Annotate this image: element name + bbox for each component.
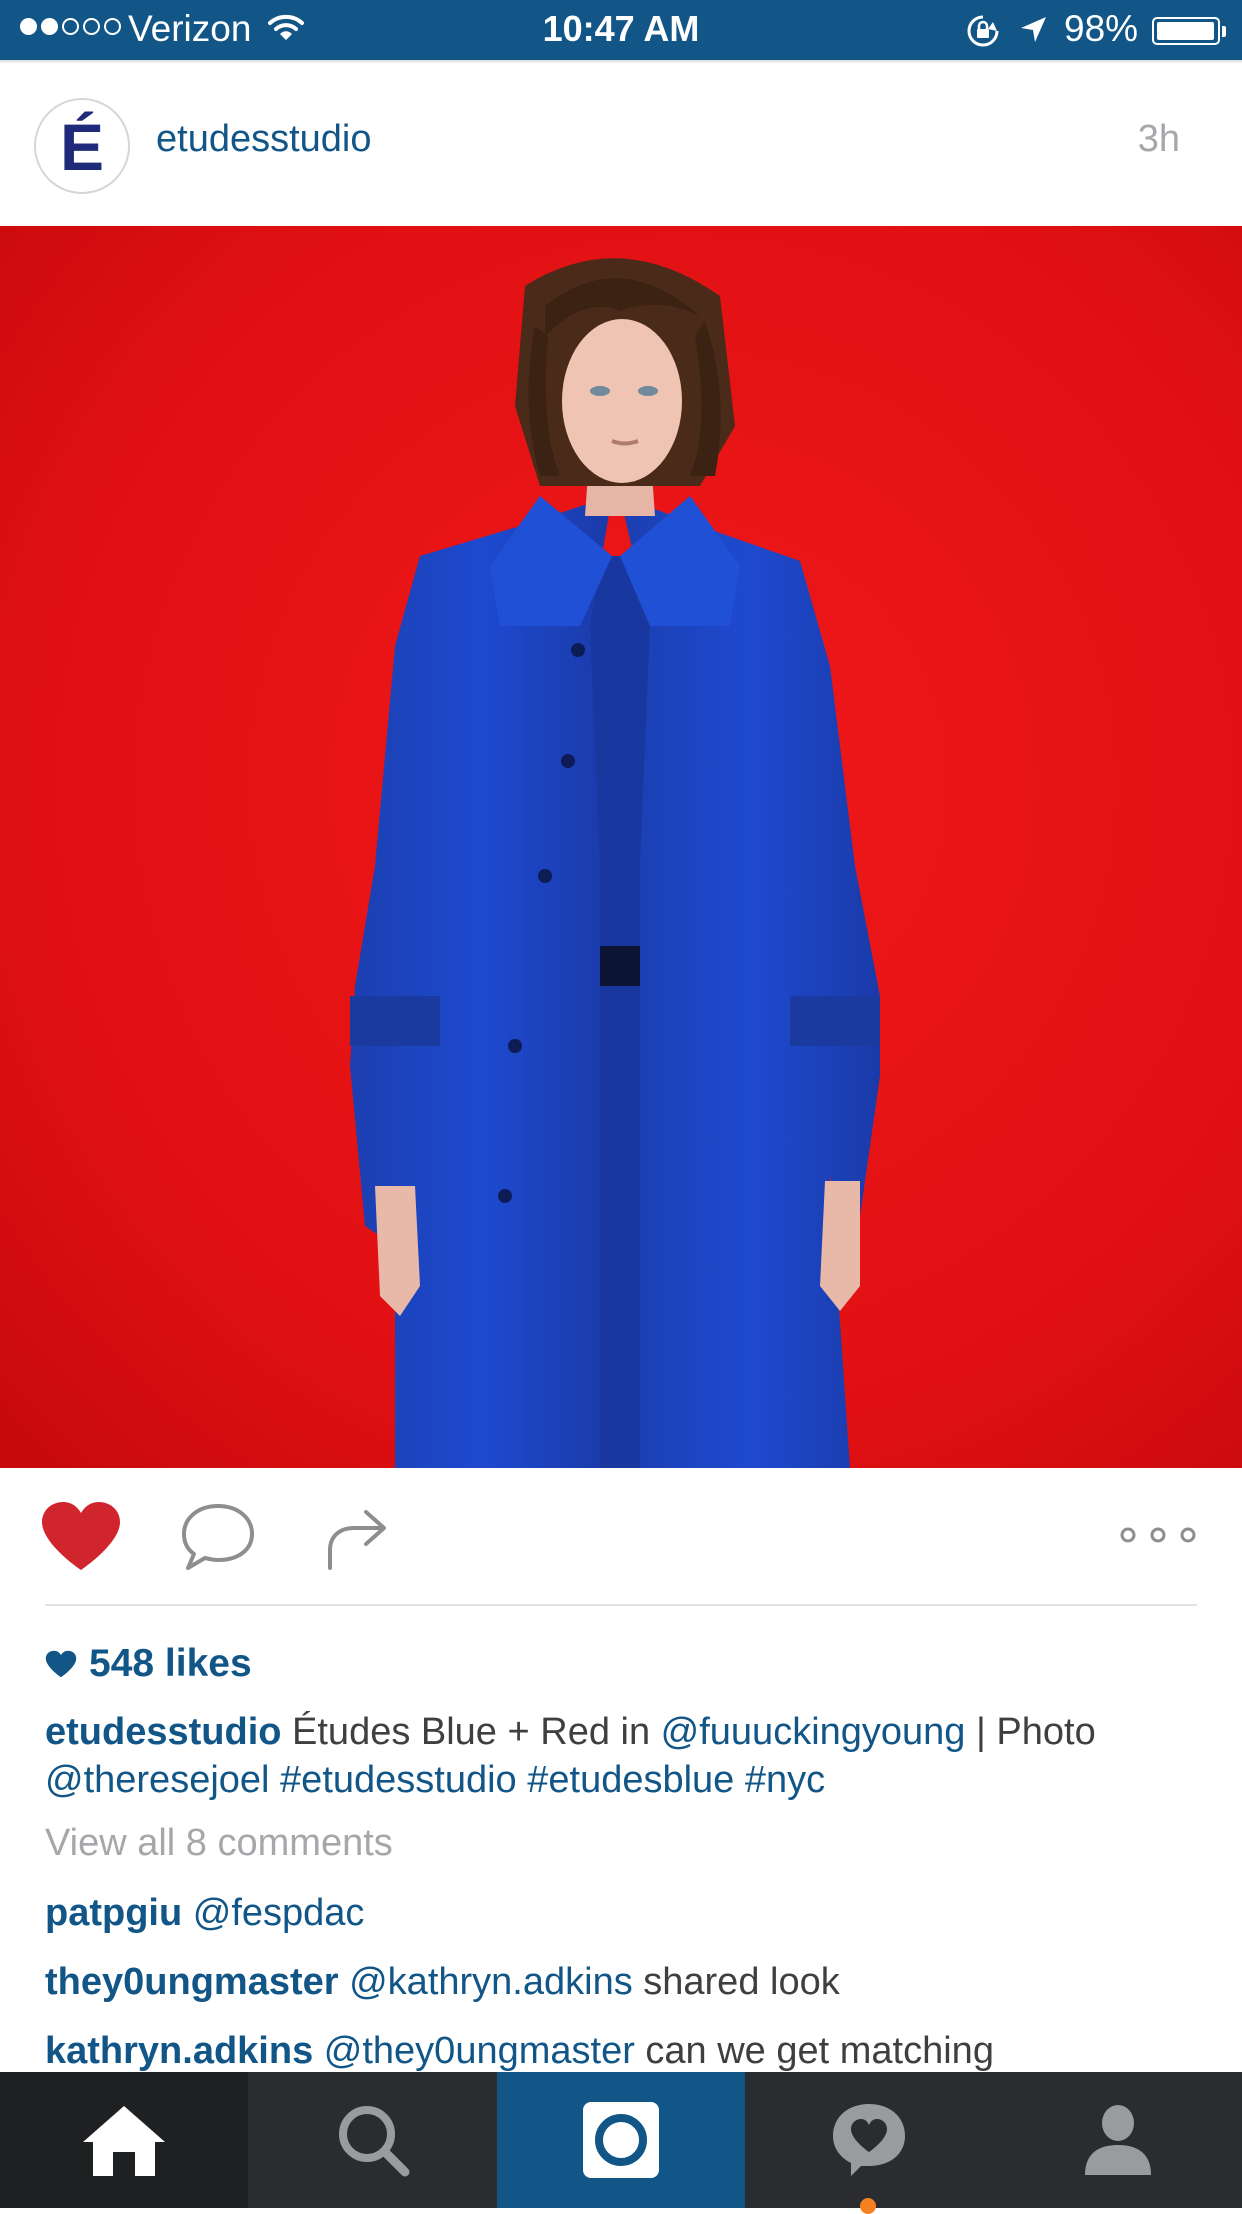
post-username[interactable]: etudesstudio: [156, 118, 372, 161]
likes-count[interactable]: 548 likes: [45, 1642, 252, 1686]
battery-tip: [1222, 26, 1226, 37]
tab-activity[interactable]: [745, 2072, 993, 2214]
battery-percentage: 98%: [1064, 8, 1139, 49]
comment-bubble-icon[interactable]: [180, 1502, 256, 1574]
comment-item: patpgiu @fespdac: [45, 1892, 364, 1935]
action-divider: [45, 1604, 1197, 1606]
status-bar: Verizon 10:47 AM 98%: [0, 0, 1242, 60]
tab-home[interactable]: [0, 2072, 249, 2208]
like-heart-icon[interactable]: [40, 1500, 122, 1572]
camera-icon: [582, 2102, 659, 2178]
view-all-comments-link[interactable]: View all 8 comments: [45, 1822, 393, 1865]
photo-illustration: [0, 226, 1242, 1468]
post-photo[interactable]: [0, 226, 1242, 1468]
caption-text: Études Blue + Red in: [281, 1711, 661, 1753]
tab-search[interactable]: [248, 2072, 496, 2208]
status-time: 10:47 AM: [542, 8, 700, 49]
notification-dot: [860, 2198, 877, 2214]
bottom-tab-bar: [0, 2072, 1242, 2214]
tab-profile[interactable]: [994, 2072, 1242, 2208]
comment-text: can we get matching: [634, 2030, 994, 2072]
comment-username[interactable]: kathryn.adkins: [45, 2030, 313, 2072]
comment-item: kathryn.adkins @they0ungmaster can we ge…: [45, 2030, 994, 2073]
comment-mention[interactable]: @they0ungmaster: [324, 2030, 635, 2072]
caption-text: | Photo: [965, 1711, 1096, 1753]
avatar[interactable]: É: [34, 98, 130, 194]
header-divider: [0, 60, 1242, 64]
rotation-lock-icon: [967, 15, 999, 47]
more-options-icon[interactable]: [1118, 1520, 1198, 1550]
activity-heart-icon: [833, 2104, 906, 2176]
tab-camera[interactable]: [496, 2072, 746, 2208]
caption-mention[interactable]: @fuuuckingyoung: [661, 1711, 966, 1753]
comment-mention[interactable]: @fespdac: [193, 1892, 365, 1934]
battery-icon: [1152, 17, 1220, 45]
small-heart-icon: [45, 1650, 77, 1678]
home-icon: [83, 2106, 166, 2176]
caption-hashtag[interactable]: #nyc: [745, 1759, 825, 1801]
caption-hashtag[interactable]: #etudesstudio: [280, 1759, 517, 1801]
profile-icon: [1084, 2105, 1151, 2175]
share-arrow-icon[interactable]: [324, 1502, 390, 1572]
caption-hashtag[interactable]: #etudesblue: [527, 1759, 734, 1801]
comment-username[interactable]: patpgiu: [45, 1892, 182, 1934]
comment-username[interactable]: they0ungmaster: [45, 1961, 339, 2003]
likes-label: 548 likes: [89, 1642, 252, 1685]
caption-mention[interactable]: @theresejoel: [45, 1759, 269, 1801]
location-arrow-icon: [1021, 17, 1046, 42]
comment-text: shared look: [632, 1961, 840, 2003]
post-caption: etudesstudio Études Blue + Red in @fuuuc…: [45, 1708, 1205, 1804]
caption-author[interactable]: etudesstudio: [45, 1711, 281, 1753]
search-icon: [338, 2106, 410, 2177]
comment-mention[interactable]: @kathryn.adkins: [349, 1961, 633, 2003]
comment-item: they0ungmaster @kathryn.adkins shared lo…: [45, 1961, 840, 2004]
post-timestamp: 3h: [1137, 118, 1180, 160]
